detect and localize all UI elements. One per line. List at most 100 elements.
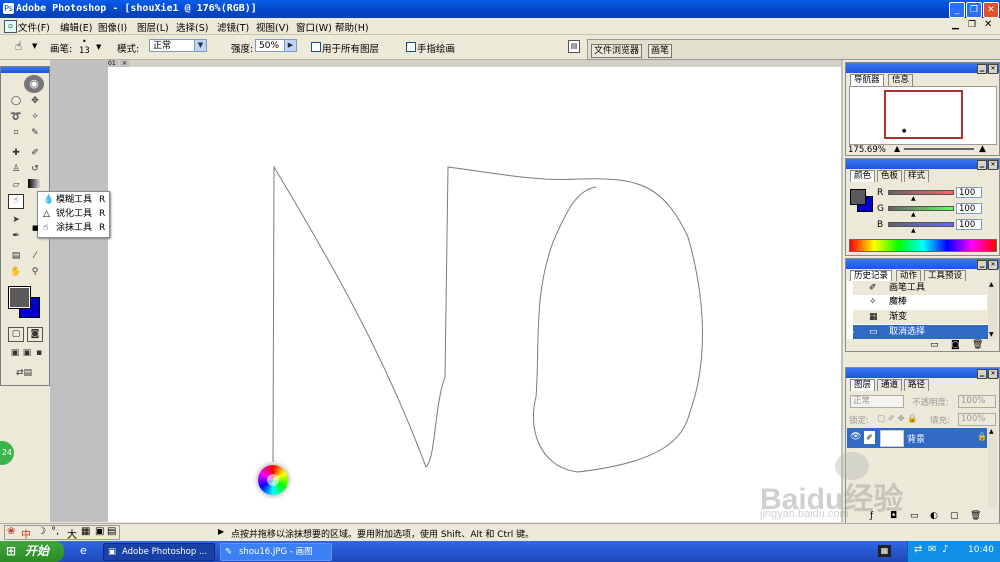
- move-tool-icon[interactable]: ✥: [28, 95, 42, 108]
- g-value[interactable]: 100: [956, 203, 982, 214]
- lasso-tool-icon[interactable]: ➰: [9, 111, 23, 124]
- layer-row-background[interactable]: 👁 ✐ 背景 🔒: [847, 428, 987, 448]
- mode-select[interactable]: 正常 ▼: [149, 39, 207, 52]
- tab-color[interactable]: 颜色: [850, 170, 876, 182]
- smudge-tool-icon[interactable]: ☝: [8, 194, 24, 209]
- brush-picker-arrow-icon[interactable]: ▼: [96, 43, 101, 51]
- brush-tool-icon[interactable]: ✐: [28, 147, 42, 160]
- moon-icon[interactable]: ☽: [37, 526, 46, 537]
- r-slider-thumb-icon[interactable]: ▲: [911, 195, 916, 202]
- menu-file[interactable]: 文件(F): [18, 20, 50, 34]
- foreground-color-swatch[interactable]: [8, 286, 31, 309]
- snapshot-icon[interactable]: ◙: [951, 340, 960, 350]
- jump-to-imageready-icon[interactable]: ⇄▤: [9, 367, 39, 380]
- layer-name[interactable]: 背景: [907, 432, 925, 445]
- ime-logo-icon[interactable]: ❀: [7, 526, 15, 537]
- brush-size[interactable]: 13: [79, 46, 90, 56]
- history-scrollbar[interactable]: ▲ ▼: [988, 281, 997, 339]
- tab-layers[interactable]: 图层: [850, 379, 876, 391]
- healing-brush-icon[interactable]: ✚: [9, 147, 23, 160]
- smudge-tool-preset-icon[interactable]: ☝: [15, 39, 29, 53]
- all-layers-checkbox[interactable]: [311, 42, 321, 52]
- panel-minimize-icon[interactable]: ▁: [977, 64, 987, 74]
- panel-close-icon[interactable]: ✕: [988, 64, 998, 74]
- color-ramp[interactable]: [849, 239, 997, 252]
- tab-file-browser[interactable]: 文件浏览器: [591, 44, 643, 58]
- navigator-zoom[interactable]: 175.69%: [848, 145, 886, 155]
- lock-icons[interactable]: ▢ ✐ ✥ 🔒: [877, 414, 918, 424]
- panel-titlebar[interactable]: ▁ ✕: [846, 63, 999, 74]
- g-slider[interactable]: [888, 206, 954, 211]
- tray-ime-icon[interactable]: ✉: [928, 544, 936, 555]
- history-brush-icon[interactable]: ↺: [28, 163, 42, 176]
- brush-tip-icon[interactable]: •: [82, 37, 87, 46]
- ime-tool-icon[interactable]: ▣: [95, 526, 104, 537]
- navigator-view-box[interactable]: ●: [884, 90, 963, 139]
- flyout-item-blur[interactable]: 💧 模糊工具 R: [38, 193, 109, 207]
- color-fg-swatch[interactable]: [850, 189, 866, 205]
- r-value[interactable]: 100: [956, 187, 982, 198]
- g-slider-thumb-icon[interactable]: ▲: [911, 211, 916, 218]
- toolbox-titlebar[interactable]: [1, 67, 49, 73]
- delete-layer-icon[interactable]: 🗑: [970, 511, 981, 521]
- panel-close-icon[interactable]: ✕: [988, 160, 998, 170]
- pen-tool-icon[interactable]: ✒: [9, 230, 23, 243]
- flyout-item-smudge[interactable]: ■ ☝ 涂抹工具 R: [32, 221, 109, 235]
- notes-tool-icon[interactable]: ▤: [9, 250, 23, 263]
- trash-icon[interactable]: 🗑: [972, 340, 983, 350]
- tab-info[interactable]: 信息: [888, 74, 914, 86]
- flyout-item-sharpen[interactable]: △ 锐化工具 R: [38, 207, 109, 221]
- punctuation-icon[interactable]: °,: [51, 526, 59, 537]
- layers-scrollbar[interactable]: ▲: [988, 428, 997, 508]
- new-document-icon[interactable]: ▭: [930, 340, 939, 350]
- canvas-tab[interactable]: 01: [108, 60, 118, 67]
- zoom-slider[interactable]: [904, 148, 974, 150]
- tab-styles[interactable]: 样式: [904, 170, 930, 182]
- canvas[interactable]: [108, 67, 841, 522]
- tab-navigator[interactable]: 导航器: [850, 74, 884, 86]
- standard-mode-icon[interactable]: ▢: [8, 327, 24, 342]
- slice-tool-icon[interactable]: ✎: [28, 127, 42, 140]
- gradient-tool-icon[interactable]: [28, 179, 42, 188]
- chevron-down-icon[interactable]: ▼: [32, 42, 37, 50]
- ime-menu-icon[interactable]: ▤: [107, 526, 116, 537]
- b-slider[interactable]: [888, 222, 954, 227]
- r-slider[interactable]: [888, 190, 954, 195]
- tab-brushes[interactable]: 画笔: [648, 44, 673, 58]
- b-value[interactable]: 100: [956, 219, 982, 230]
- ime-size[interactable]: 大: [67, 526, 77, 541]
- doc-close-button[interactable]: ✕: [984, 19, 992, 30]
- photoshop-eye-icon[interactable]: ◉: [24, 75, 44, 93]
- crop-tool-icon[interactable]: ⌗: [9, 127, 23, 140]
- restore-button[interactable]: ❐: [966, 2, 982, 18]
- doc-minimize-button[interactable]: ▁: [952, 20, 959, 30]
- marquee-tool-icon[interactable]: ◯: [9, 95, 23, 108]
- menu-layer[interactable]: 图层(L): [137, 20, 169, 34]
- keyboard-icon[interactable]: ▦: [81, 526, 90, 537]
- taskbar-item-paint[interactable]: ✎ shou16.JPG - 画图: [220, 543, 332, 561]
- palette-well-icon[interactable]: ▤: [568, 40, 580, 53]
- start-button[interactable]: ⊞ 开始: [0, 541, 64, 562]
- strength-input[interactable]: 50% ▶: [255, 39, 297, 52]
- hand-tool-icon[interactable]: ✋: [9, 266, 23, 279]
- eraser-tool-icon[interactable]: ▱: [9, 179, 23, 192]
- b-slider-thumb-icon[interactable]: ▲: [911, 227, 916, 234]
- side-badge[interactable]: 24: [0, 441, 14, 465]
- ime-mode[interactable]: 中: [21, 526, 31, 541]
- history-item[interactable]: ✐ 画笔工具: [853, 281, 997, 295]
- quick-launch-ie-icon[interactable]: e: [80, 544, 87, 557]
- document-icon[interactable]: ▫: [4, 20, 17, 33]
- panel-minimize-icon[interactable]: ▁: [977, 160, 987, 170]
- menu-window[interactable]: 窗口(W): [296, 20, 332, 34]
- history-item[interactable]: ▦ 渐变: [853, 310, 997, 324]
- opacity-input[interactable]: 100%: [958, 395, 996, 408]
- fill-input[interactable]: 100%: [958, 413, 996, 426]
- tray-app-icon[interactable]: ▦: [878, 545, 891, 557]
- history-item[interactable]: ✧ 魔棒: [853, 295, 997, 309]
- history-item-current[interactable]: ▶ ▭ 取消选择: [849, 325, 997, 339]
- tab-paths[interactable]: 路径: [904, 379, 930, 391]
- panel-minimize-icon[interactable]: ▁: [977, 369, 987, 379]
- minimize-button[interactable]: _: [949, 2, 965, 18]
- panel-titlebar[interactable]: ▁ ✕: [846, 368, 999, 379]
- blend-mode-select[interactable]: 正常: [850, 395, 904, 408]
